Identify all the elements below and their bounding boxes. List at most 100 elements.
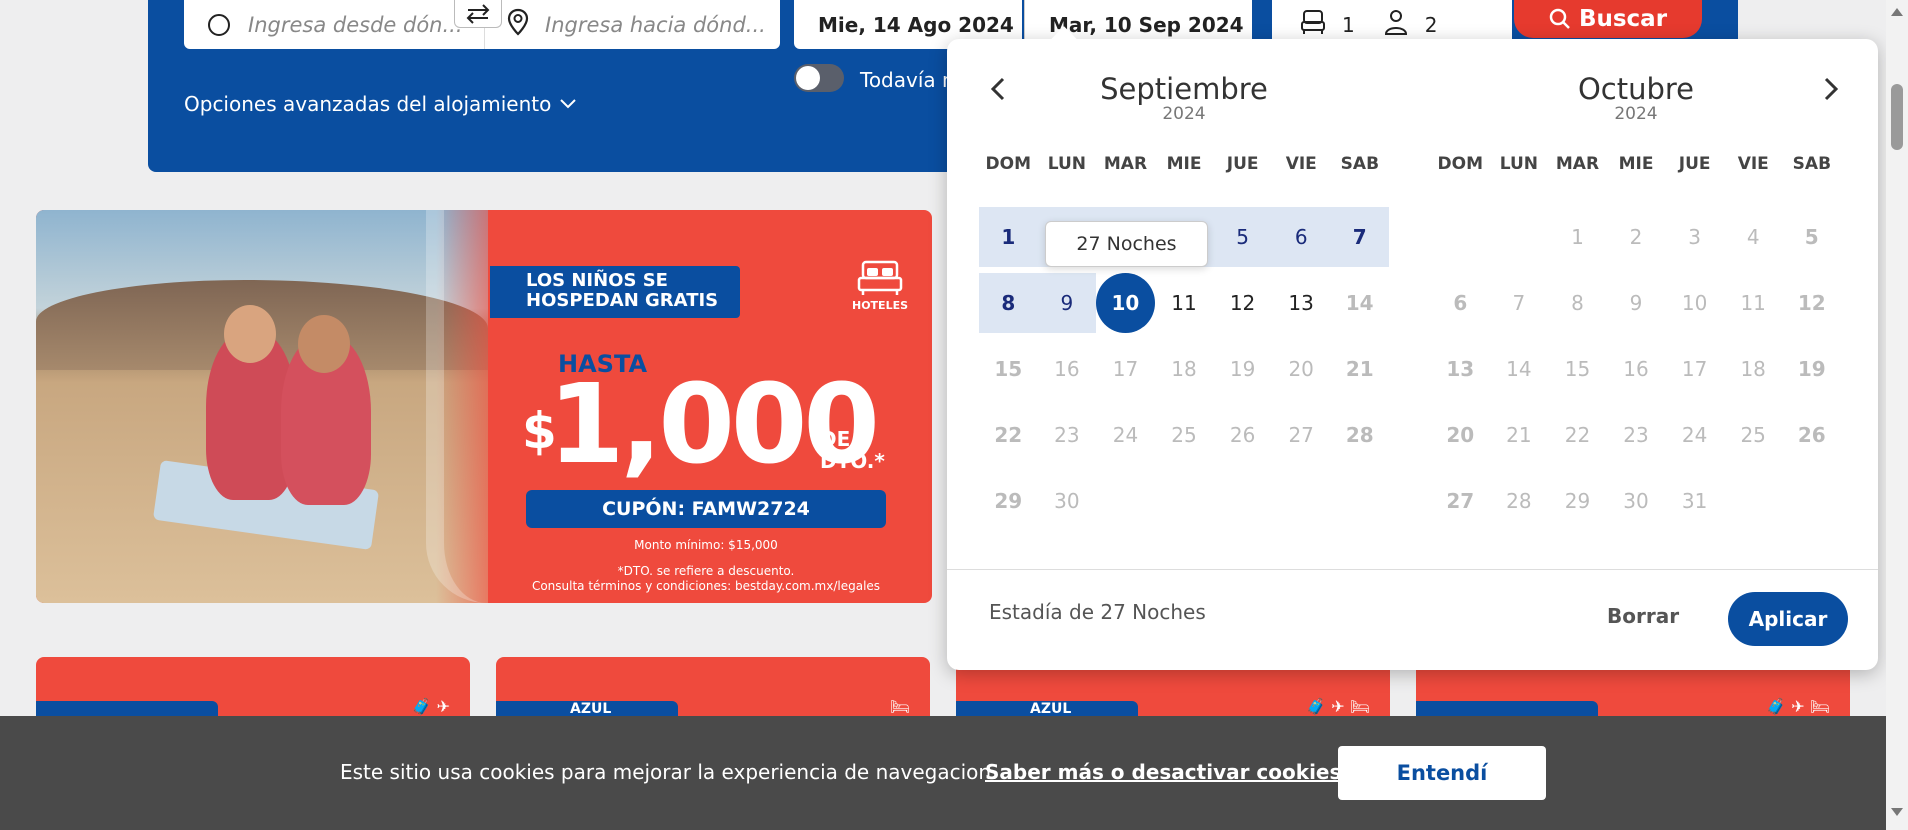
day-grid-october: 1 2 3 4 5 6 7 8 9 10 11 12 13 14 15 16 17 18 19 20 21 22 23 24 2… [1431, 207, 1841, 537]
weekday-label: MIE [1618, 154, 1654, 174]
scroll-down-arrow-icon[interactable] [1891, 808, 1903, 816]
day-cell[interactable]: 11 [1155, 273, 1214, 333]
week-row: 29 30 [979, 471, 1389, 537]
day-cell[interactable]: 23 [1607, 405, 1666, 465]
weekday-label: MAR [1555, 154, 1600, 174]
chevron-down-icon [560, 99, 577, 109]
day-cell[interactable]: 30 [1038, 471, 1097, 531]
scrollbar-thumb[interactable] [1891, 84, 1903, 150]
day-cell[interactable]: 15 [979, 339, 1038, 399]
kids-free-tag: LOS NIÑOS SE HOSPEDAN GRATIS [490, 266, 740, 318]
day-cell-selected[interactable]: 10 [1096, 273, 1155, 333]
swap-button[interactable] [454, 0, 502, 28]
day-cell[interactable]: 5 [1213, 207, 1272, 267]
day-cell[interactable]: 5 [1782, 207, 1841, 267]
day-cell[interactable]: 15 [1548, 339, 1607, 399]
weekday-label: MAR [1103, 154, 1148, 174]
advanced-options-link[interactable]: Opciones avanzadas del alojamiento [184, 92, 577, 116]
day-cell[interactable]: 9 [1037, 273, 1097, 333]
day-cell[interactable]: 30 [1607, 471, 1666, 531]
day-cell[interactable]: 1 [979, 207, 1038, 267]
origin-field[interactable]: Ingresa desde dón... [184, 0, 484, 49]
day-cell[interactable]: 3 [1665, 207, 1724, 267]
day-cell[interactable]: 10 [1665, 273, 1724, 333]
day-cell[interactable]: 22 [979, 405, 1038, 465]
weekday-label: JUE [1226, 154, 1259, 174]
day-cell[interactable]: 19 [1213, 339, 1272, 399]
day-cell[interactable]: 19 [1782, 339, 1841, 399]
day-cell[interactable]: 14 [1330, 273, 1389, 333]
weekday-label: LUN [1047, 154, 1087, 174]
day-cell[interactable]: 16 [1607, 339, 1666, 399]
day-cell[interactable]: 6 [1431, 273, 1490, 333]
cookie-settings-link[interactable]: Saber más o desactivar cookies. [985, 760, 1349, 784]
day-cell[interactable]: 27 [1272, 405, 1331, 465]
day-cell[interactable]: 18 [1155, 339, 1214, 399]
hotel-icon: HOTELES [852, 260, 908, 312]
page-scrollbar[interactable] [1886, 0, 1908, 830]
day-cell[interactable]: 29 [979, 471, 1038, 531]
day-cell[interactable]: 26 [1782, 405, 1841, 465]
weekday-label: DOM [985, 154, 1032, 174]
day-cell[interactable]: 7 [1490, 273, 1549, 333]
day-cell[interactable]: 23 [1038, 405, 1097, 465]
day-cell[interactable]: 25 [1724, 405, 1783, 465]
hotel-icon: 🛏 [889, 697, 910, 716]
apply-button[interactable]: Aplicar [1728, 592, 1848, 646]
day-cell[interactable]: 2 [1607, 207, 1666, 267]
search-button[interactable]: Buscar [1514, 0, 1702, 38]
day-cell[interactable]: 22 [1548, 405, 1607, 465]
cookie-banner: Este sitio usa cookies para mejorar la e… [0, 716, 1886, 830]
day-cell[interactable]: 17 [1665, 339, 1724, 399]
nights-tooltip: 27 Noches [1045, 221, 1208, 267]
weekday-label: JUE [1678, 154, 1711, 174]
day-cell[interactable]: 1 [1548, 207, 1607, 267]
week-row: 8 9 10 11 12 13 14 [979, 273, 1389, 339]
day-cell[interactable]: 21 [1490, 405, 1549, 465]
hotel-label: HOTELES [852, 299, 909, 312]
scroll-up-arrow-icon[interactable] [1891, 8, 1903, 16]
day-cell[interactable]: 6 [1271, 207, 1331, 267]
day-cell[interactable]: 16 [1038, 339, 1097, 399]
weekday-label: LUN [1499, 154, 1539, 174]
clear-button[interactable]: Borrar [1607, 604, 1679, 628]
day-cell[interactable]: 17 [1096, 339, 1155, 399]
day-cell[interactable]: 14 [1490, 339, 1549, 399]
day-cell[interactable]: 13 [1272, 273, 1331, 333]
week-row: 20 21 22 23 24 25 26 [1431, 405, 1841, 471]
day-cell[interactable]: 11 [1724, 273, 1783, 333]
luggage-plane-icon: 🧳 ✈ [411, 697, 450, 716]
day-cell[interactable]: 13 [1431, 339, 1490, 399]
promo-card-2[interactable]: AZUL 🛏 [496, 657, 930, 717]
day-cell[interactable]: 8 [979, 273, 1038, 333]
undecided-toggle[interactable] [794, 64, 844, 92]
week-row: 22 23 24 25 26 27 28 [979, 405, 1389, 471]
day-cell[interactable]: 8 [1548, 273, 1607, 333]
promo-banner[interactable]: LOS NIÑOS SE HOSPEDAN GRATIS HOTELES HAS… [36, 210, 932, 603]
weekday-label: SAB [1340, 154, 1380, 174]
luggage-plane-hotel-icon: 🧳 ✈ 🛏 [1766, 697, 1830, 716]
day-cell[interactable]: 28 [1490, 471, 1549, 531]
day-cell[interactable]: 29 [1548, 471, 1607, 531]
day-cell[interactable]: 20 [1431, 405, 1490, 465]
cookie-accept-button[interactable]: Entendí [1338, 746, 1546, 800]
destination-field[interactable]: Ingresa hacia dónd... [484, 0, 780, 49]
day-cell[interactable]: 20 [1272, 339, 1331, 399]
day-cell[interactable]: 26 [1213, 405, 1272, 465]
day-cell[interactable]: 12 [1782, 273, 1841, 333]
day-cell[interactable]: 25 [1155, 405, 1214, 465]
day-cell[interactable]: 9 [1607, 273, 1666, 333]
day-cell[interactable]: 24 [1096, 405, 1155, 465]
promo-card-1[interactable]: 🧳 ✈ [36, 657, 470, 717]
day-cell[interactable]: 12 [1213, 273, 1272, 333]
day-cell[interactable]: 27 [1431, 471, 1490, 531]
day-cell[interactable]: 7 [1330, 207, 1390, 267]
day-cell[interactable]: 4 [1724, 207, 1783, 267]
day-cell[interactable]: 31 [1665, 471, 1724, 531]
day-cell[interactable]: 28 [1330, 405, 1389, 465]
day-cell[interactable]: 24 [1665, 405, 1724, 465]
day-cell[interactable]: 18 [1724, 339, 1783, 399]
day-cell[interactable]: 21 [1330, 339, 1389, 399]
luggage-plane-hotel-icon: 🧳 ✈ 🛏 [1306, 697, 1370, 716]
promo-de: DE DTO.* [820, 427, 885, 473]
